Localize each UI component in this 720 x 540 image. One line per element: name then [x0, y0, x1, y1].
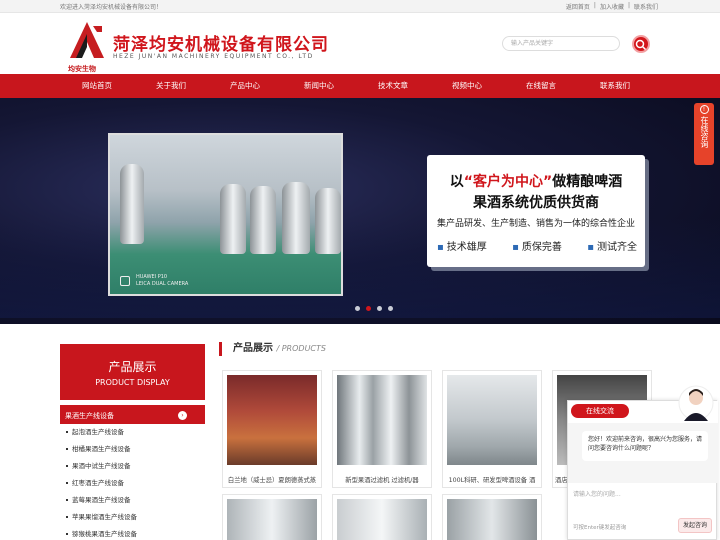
chat-input[interactable]: 请输入您的问题... — [573, 489, 621, 498]
float-consult-button[interactable]: ! 在线咨询 — [694, 103, 714, 165]
carousel-dots — [355, 306, 399, 311]
nav-contact[interactable]: 联系我们 — [578, 74, 652, 98]
product-caption: 新型果酒过滤机 过滤机/器 — [345, 477, 419, 484]
bookmark-link[interactable]: 加入收藏 — [598, 2, 626, 11]
top-links: 返回首页 | 加入收藏 | 联系我们 — [564, 1, 660, 11]
site-header: 均安生物 菏泽均安机械设备有限公司 HEZE JUN'AN MACHINERY … — [0, 14, 720, 74]
agent-avatar-icon — [678, 385, 714, 421]
product-image — [447, 375, 537, 465]
main-nav: 网站首页 关于我们 产品中心 新闻中心 技术文章 视频中心 在线留言 联系我们 — [0, 74, 720, 98]
chat-message: 您好！欢迎前来咨询，很高兴为您服务，请问您要咨询什么问题呢？ — [582, 431, 708, 461]
sidebar-header: 产品展示 PRODUCT DISPLAY — [60, 344, 205, 400]
products-title: 产品展示 / PRODUCTS — [219, 342, 326, 356]
product-card[interactable]: 100L科研、研发型啤酒设备 酒 — [442, 370, 542, 488]
product-card[interactable] — [332, 494, 432, 540]
sidebar-list: 起泡酒生产线设备 柑橘果酒生产线设备 果酒中试生产线设备 红枣酒生产线设备 蓝莓… — [60, 424, 205, 540]
welcome-text: 欢迎进入菏泽均安机械设备有限公司！ — [60, 3, 163, 11]
sidebar-item[interactable]: 红枣酒生产线设备 — [66, 475, 205, 492]
product-card[interactable]: 新型果酒过滤机 过滤机/器 — [332, 370, 432, 488]
chat-tab[interactable]: 在线交流 — [571, 404, 629, 418]
product-image — [227, 375, 317, 465]
chat-hint: 可按Enter键发起咨询 — [573, 525, 627, 531]
carousel-dot[interactable] — [377, 306, 382, 311]
carousel-dot[interactable] — [388, 306, 393, 311]
slogan-card: 以“客户为中心”做精酿啤酒 果酒系统优质供货商 集产品研发、生产制造、销售为一体… — [427, 155, 645, 267]
photo-caption-1: HUAWEI P10 — [136, 274, 168, 280]
factory-photo: HUAWEI P10 LEICA DUAL CAMERA — [108, 133, 343, 296]
product-image — [337, 375, 427, 465]
product-image — [447, 499, 537, 540]
hero-banner[interactable]: HUAWEI P10 LEICA DUAL CAMERA 以“客户为中心”做精酿… — [0, 98, 720, 324]
company-name: 菏泽均安机械设备有限公司 — [113, 35, 329, 55]
product-caption: 100L科研、研发型啤酒设备 酒 — [448, 477, 536, 484]
info-icon: ! — [699, 105, 709, 114]
home-link[interactable]: 返回首页 — [564, 2, 592, 11]
contact-link[interactable]: 联系我们 — [632, 2, 660, 11]
sidebar-item[interactable]: 果酒中试生产线设备 — [66, 458, 205, 475]
product-caption: 白兰地（威士忌）夏朗德蒸式蒸 — [227, 477, 317, 484]
product-sidebar: 产品展示 PRODUCT DISPLAY 果酒生产线设备 › 起泡酒生产线设备 … — [60, 344, 205, 540]
nav-videos[interactable]: 视频中心 — [430, 74, 504, 98]
chat-send-button[interactable]: 发起咨询 — [678, 518, 712, 533]
carousel-dot[interactable] — [355, 306, 360, 311]
nav-news[interactable]: 新闻中心 — [282, 74, 356, 98]
slogan-subline: 集产品研发、生产制造、销售为一体的综合性企业 — [436, 219, 635, 229]
photo-caption-2: LEICA DUAL CAMERA — [136, 281, 189, 287]
company-logo-icon[interactable] — [68, 20, 106, 68]
carousel-dot-active[interactable] — [366, 306, 371, 311]
nav-home[interactable]: 网站首页 — [60, 74, 134, 98]
product-card[interactable]: 白兰地（威士忌）夏朗德蒸式蒸 — [222, 370, 322, 488]
sidebar-category[interactable]: 果酒生产线设备 › — [60, 402, 205, 424]
top-bar: 欢迎进入菏泽均安机械设备有限公司！ 返回首页 | 加入收藏 | 联系我们 — [0, 0, 720, 13]
product-card[interactable] — [222, 494, 322, 540]
product-image — [227, 499, 317, 540]
product-card[interactable] — [442, 494, 542, 540]
nav-message[interactable]: 在线留言 — [504, 74, 578, 98]
search-button[interactable] — [632, 35, 650, 53]
slogan-headline-2: 果酒系统优质供货商 — [473, 195, 599, 211]
logo-text: 均安生物 — [68, 65, 96, 73]
nav-articles[interactable]: 技术文章 — [356, 74, 430, 98]
nav-about[interactable]: 关于我们 — [134, 74, 208, 98]
slogan-points: ▪ 技术雄厚 ▪ 质保完善 ▪ 测试齐全 — [437, 242, 637, 253]
nav-products[interactable]: 产品中心 — [208, 74, 282, 98]
search-input[interactable]: 输入产品关键字 — [502, 36, 620, 51]
chevron-right-icon: › — [178, 411, 187, 420]
product-image — [337, 499, 427, 540]
search-icon — [635, 39, 647, 51]
camera-icon — [120, 276, 130, 286]
sidebar-item[interactable]: 蓝莓果酒生产线设备 — [66, 492, 205, 509]
sidebar-item[interactable]: 猕猴桃果酒生产线设备 — [66, 526, 205, 540]
company-name-en: HEZE JUN'AN MACHINERY EQUIPMENT CO., LTD — [113, 53, 314, 60]
sidebar-item[interactable]: 苹果果馏酒生产线设备 — [66, 509, 205, 526]
chat-widget: 在线交流 您好！欢迎前来咨询，很高兴为您服务，请问您要咨询什么问题呢？ 请输入您… — [567, 385, 718, 540]
slogan-headline: 以“客户为中心”做精酿啤酒 — [449, 174, 623, 190]
sidebar-item[interactable]: 柑橘果酒生产线设备 — [66, 441, 205, 458]
